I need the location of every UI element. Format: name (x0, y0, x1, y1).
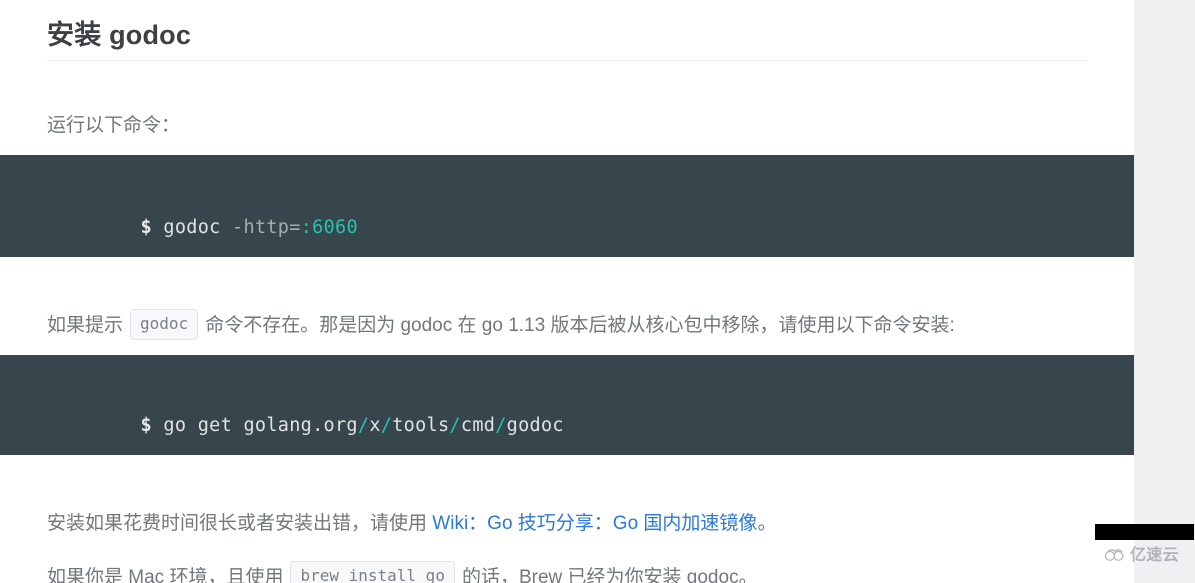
title-divider (47, 60, 1087, 61)
code-token-command: go get golang.org (163, 415, 358, 436)
inline-code-godoc: godoc (130, 309, 199, 340)
code-token-command: godoc (163, 217, 233, 238)
watermark: 亿速云 (1104, 546, 1179, 564)
code-token-flag: -http= (232, 217, 301, 238)
code-token-slash: / (357, 415, 370, 436)
code-token-segment-tools: tools (392, 415, 450, 436)
paragraph-run-command: 运行以下命令： (47, 115, 181, 136)
code-line: $ go get golang.org/x/tools/cmd/godoc (49, 393, 564, 459)
code-token-slash: / (449, 415, 461, 436)
paragraph-mirror-hint: 安装如果花费时间很长或者安装出错，请使用 Wiki：Go 技巧分享：Go 国内加… (47, 509, 776, 539)
code-token-port: :6060 (300, 217, 358, 238)
inline-code-brew-install-go: brew install go (290, 561, 455, 583)
code-token-prompt: $ (140, 217, 164, 238)
code-line: $ godoc -http=:6060 (49, 195, 358, 261)
code-token-prompt: $ (140, 415, 164, 436)
link-go-mirror-wiki[interactable]: Wiki：Go 技巧分享：Go 国内加速镜像 (432, 513, 757, 534)
paragraph-text-after: 的话，Brew 已经为你安装 godoc。 (461, 567, 758, 583)
article-body: 安装 godoc 运行以下命令： $ godoc -http=:6060 如果提… (0, 0, 1134, 583)
paragraph-text-after: 命令不存在。那是因为 godoc 在 go 1.13 版本后被从核心包中移除，请… (205, 315, 955, 336)
paragraph-text-before: 如果你是 Mac 环境，且使用 (47, 567, 284, 583)
watermark-label: 亿速云 (1130, 545, 1179, 564)
paragraph-text-after: 。 (757, 513, 777, 534)
paragraph-text-before: 安装如果花费时间很长或者安装出错，请使用 (47, 513, 428, 534)
paragraph-text-before: 如果提示 (47, 315, 124, 336)
code-token-slash: / (495, 415, 507, 436)
code-token-segment-x: x (369, 415, 381, 436)
paragraph-mac-brew: 如果你是 Mac 环境，且使用 brew install go 的话，Brew 已经… (47, 561, 758, 583)
code-token-segment-cmd: cmd (460, 415, 496, 436)
paragraph-godoc-missing: 如果提示 godoc 命令不存在。那是因为 godoc 在 go 1.13 版本后被… (47, 309, 955, 341)
code-token-slash: / (380, 415, 393, 436)
article-page: 安装 godoc 运行以下命令： $ godoc -http=:6060 如果提… (0, 0, 1134, 583)
code-token-segment-godoc: godoc (506, 415, 564, 436)
page-title: 安装 godoc (47, 20, 192, 50)
code-block-go-get-godoc: $ go get golang.org/x/tools/cmd/godoc (0, 355, 1134, 455)
redaction-bar (1095, 524, 1194, 540)
cloud-icon (1104, 547, 1126, 563)
code-block-godoc-http: $ godoc -http=:6060 (0, 155, 1134, 257)
